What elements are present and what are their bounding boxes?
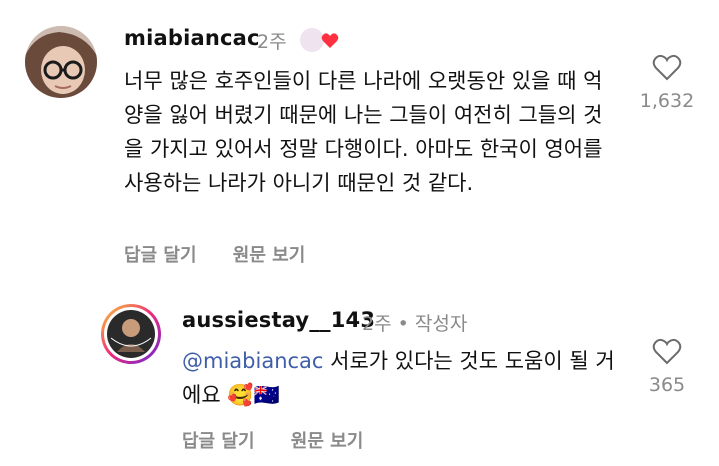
see-original-button[interactable]: 원문 보기 (233, 245, 306, 266)
see-original-button[interactable]: 원문 보기 (291, 431, 364, 452)
like-count: 365 (648, 374, 686, 396)
comment-actions: 답글 달기 원문 보기 (124, 241, 335, 267)
like-column: 365 (627, 338, 707, 396)
reply-time: 2주 (362, 313, 392, 335)
heart-icon[interactable] (652, 54, 682, 82)
reply-username[interactable]: aussiestay__143 (182, 308, 375, 332)
reply-button[interactable]: 답글 달기 (124, 245, 197, 266)
comment-text: 너무 많은 호주인들이 다른 나라에 오랫동안 있을 때 억양을 잃어 버렸기 … (124, 69, 603, 195)
reply-text: @miabiancac 서로가 있다는 것도 도움이 될 거에요 🥰🇦🇺 (182, 344, 622, 412)
avatar[interactable] (101, 304, 161, 364)
comment-item: miabiancac 2주 너무 많은 호주인들이 다른 나라에 오랫동안 있을… (0, 0, 719, 290)
dot-separator: • (397, 313, 415, 335)
author-liked-badge (298, 27, 339, 52)
comment-username[interactable]: miabiancac (124, 26, 260, 50)
reply-button[interactable]: 답글 달기 (182, 431, 255, 452)
like-column: 1,632 (627, 54, 707, 112)
like-count: 1,632 (639, 90, 695, 112)
reply-item: aussiestay__143 2주 • 작성자 @miabiancac 서로가… (0, 290, 719, 466)
comment-time: 2주 (257, 31, 287, 53)
mention-link[interactable]: @miabiancac (182, 349, 323, 373)
avatar[interactable] (25, 26, 97, 98)
heart-icon (321, 33, 339, 48)
reply-meta: 2주 • 작성자 (362, 309, 467, 336)
avatar-image (25, 26, 97, 98)
author-badge: 작성자 (414, 313, 468, 335)
avatar-image (104, 307, 158, 361)
heart-icon[interactable] (652, 338, 682, 366)
reply-actions: 답글 달기 원문 보기 (182, 427, 393, 453)
